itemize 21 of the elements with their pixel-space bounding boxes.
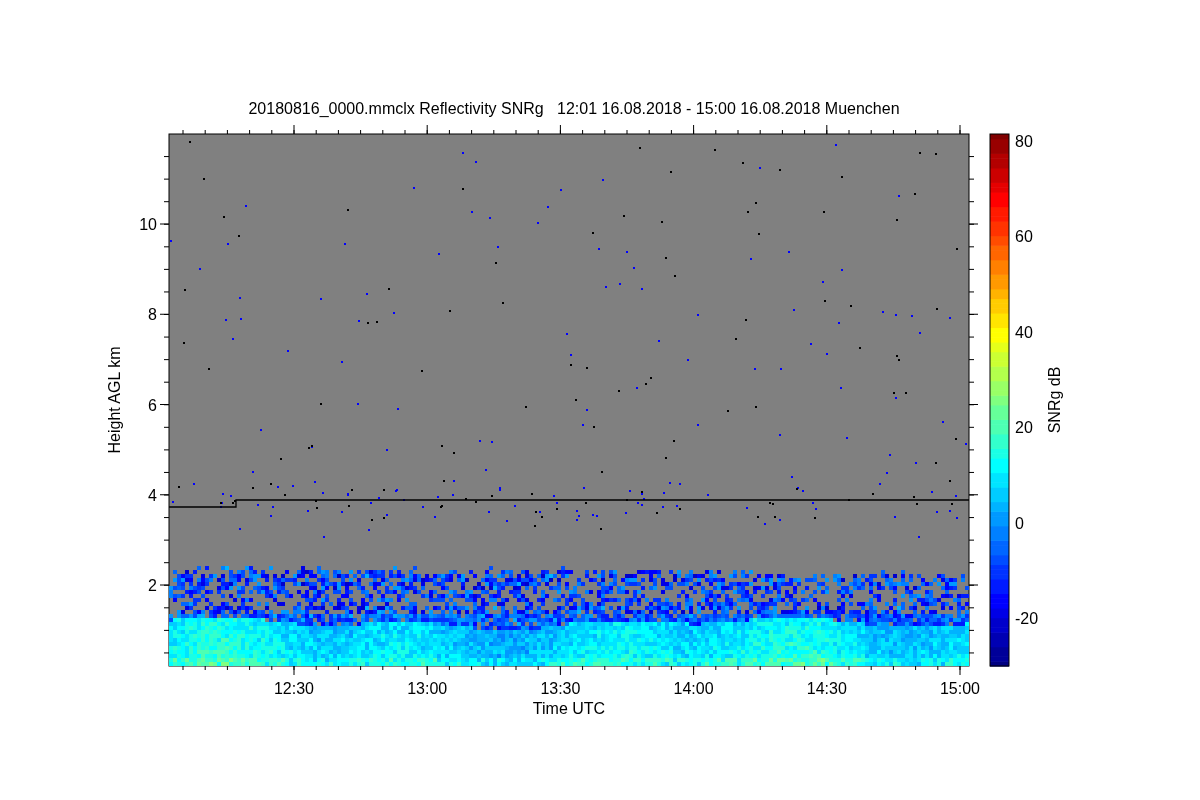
y-axis-label: Height AGL km <box>106 346 123 454</box>
colorbar-tick-label: 60 <box>1015 228 1033 246</box>
colorbar-tick-label: 40 <box>1015 323 1033 341</box>
y-tick-label: 10 <box>139 216 157 233</box>
x-tick-label: 14:00 <box>673 680 714 697</box>
x-tick-label: 14:30 <box>806 680 847 697</box>
colorbar-tick-label: 80 <box>1015 133 1033 150</box>
chart-title: 20180816_0000.mmclx Reflectivity SNRg 12:01 16.08.2018 - 15:00 16.08.2018 Muenchen <box>248 100 900 117</box>
y-tick-label: 4 <box>148 486 157 504</box>
colorbar-label: SNRg dB <box>1046 366 1063 434</box>
colorbar-tick-label: -20 <box>1015 610 1039 627</box>
x-tick-label: 13:30 <box>540 680 581 697</box>
colorbar-tick-label: 20 <box>1015 419 1033 437</box>
colorbar-tick-label: 0 <box>1015 514 1024 532</box>
y-tick-label: 2 <box>148 577 157 594</box>
y-tick-label: 8 <box>148 306 157 324</box>
x-tick-label: 12:30 <box>274 680 314 697</box>
x-axis-label: Time UTC <box>532 700 606 717</box>
y-tick-label: 6 <box>148 396 157 414</box>
x-tick-label: 13:00 <box>407 680 448 697</box>
x-tick-label: 15:00 <box>940 680 980 697</box>
